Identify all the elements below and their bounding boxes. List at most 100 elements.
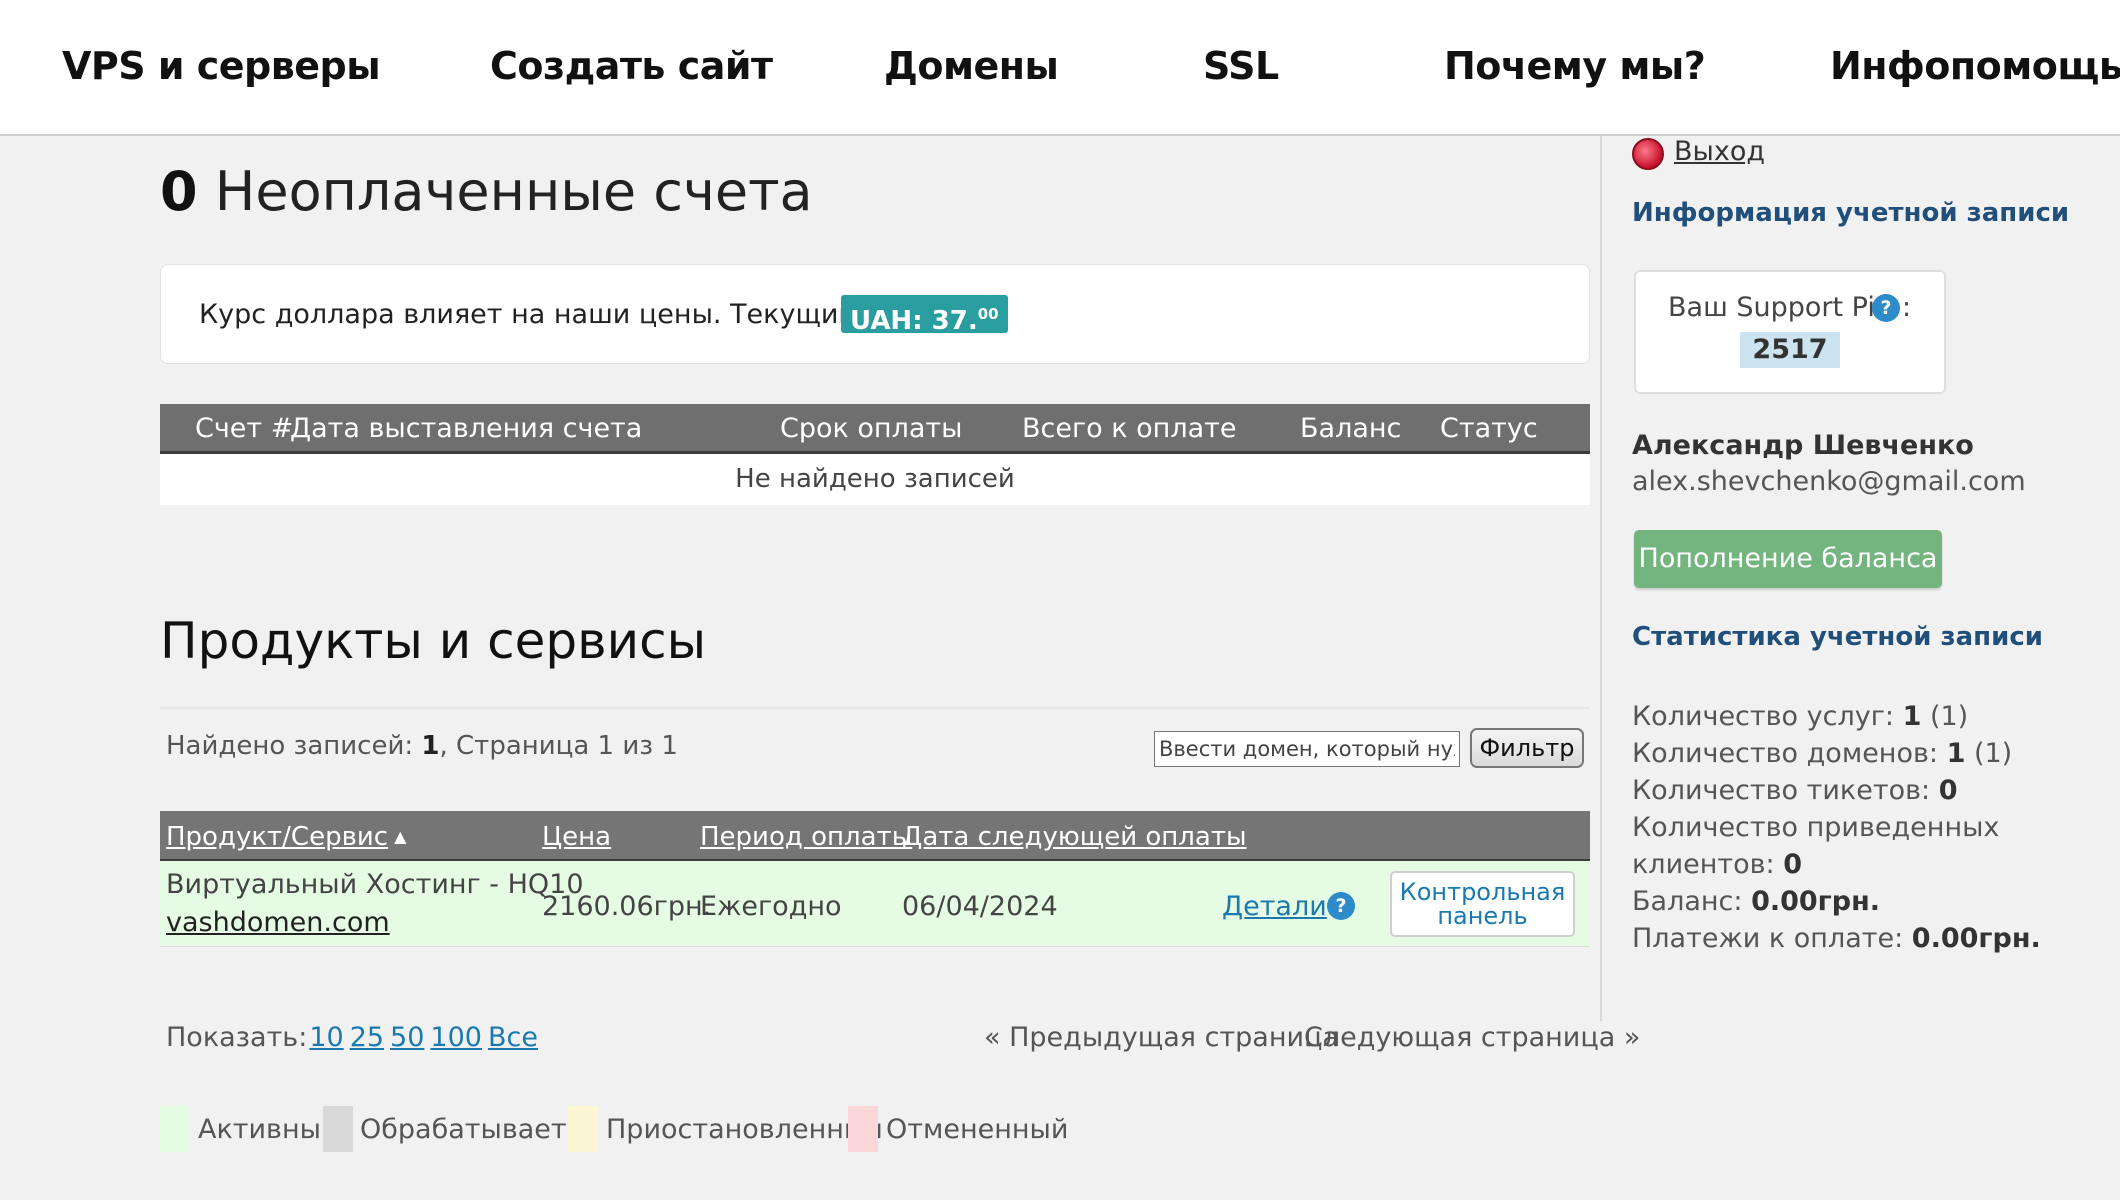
- stat-referrals-value: 0: [1783, 849, 1803, 880]
- nav-info-help[interactable]: Инфопомощь: [1830, 44, 2120, 88]
- products-toolbar: Найдено записей: 1, Страница 1 из 1 Филь…: [160, 707, 1590, 783]
- records-found-text: Найдено записей: 1, Страница 1 из 1: [166, 731, 678, 761]
- main-content: 0 Неоплаченные счета Курс доллара влияет…: [160, 136, 1640, 1200]
- control-panel-label-line1: Контрольная: [1399, 878, 1566, 906]
- products-heading: Продукты и сервисы: [160, 612, 707, 670]
- user-name: Александр Шевченко: [1632, 430, 1974, 461]
- nav-vps-servers[interactable]: VPS и серверы: [62, 44, 381, 88]
- legend-suspended: Приостановленный: [606, 1114, 883, 1145]
- account-stats: Количество услуг: 1 (1) Количество домен…: [1632, 698, 2052, 957]
- support-pin-help-icon[interactable]: ?: [1872, 294, 1900, 322]
- invoices-empty-row: Не найдено записей: [160, 454, 1590, 505]
- table-row: Виртуальный Хостинг - HQ10 vashdomen.com…: [160, 861, 1590, 947]
- unpaid-invoices-heading: 0 Неоплаченные счета: [160, 160, 813, 223]
- exchange-rate-notice: Курс доллара влияет на наши цены. Текущи…: [160, 264, 1590, 364]
- domain-filter-input[interactable]: [1154, 731, 1460, 767]
- legend-swatch-active: [160, 1106, 190, 1152]
- stat-services: Количество услуг: 1 (1): [1632, 698, 2052, 735]
- unpaid-invoices-count: 0: [160, 160, 198, 223]
- stat-services-label: Количество услуг:: [1632, 701, 1903, 732]
- stat-domains-label: Количество доменов:: [1632, 738, 1947, 769]
- stat-services-extra: (1): [1921, 701, 1969, 732]
- support-pin-box: Ваш Support Pin ? : 2517: [1634, 270, 1946, 394]
- nav-ssl[interactable]: SSL: [1203, 44, 1279, 88]
- control-panel-label-line2: панель: [1437, 902, 1528, 930]
- page-size-100[interactable]: 100: [430, 1022, 482, 1053]
- stat-domains-value: 1: [1946, 738, 1966, 769]
- stat-tickets-value: 0: [1938, 775, 1958, 806]
- legend-swatch-cancelled: [848, 1106, 878, 1152]
- stat-tickets: Количество тикетов: 0: [1632, 772, 2052, 809]
- exchange-rate-text: Курс доллара влияет на наши цены. Текущи…: [199, 299, 938, 330]
- nav-domains[interactable]: Домены: [884, 44, 1059, 88]
- unpaid-invoices-title: Неоплаченные счета: [214, 160, 813, 223]
- previous-page-link[interactable]: « Предыдущая страница: [984, 1022, 1339, 1053]
- col-invoice-number: Счет #: [195, 413, 294, 444]
- user-email: alex.shevchenko@gmail.com: [1632, 466, 2026, 497]
- col-next-due-date[interactable]: Дата следующей оплаты: [902, 822, 1247, 852]
- records-found-count: 1: [421, 731, 440, 761]
- exchange-rate-cents: 00: [977, 305, 999, 323]
- stat-balance-value: 0.00грн.: [1751, 886, 1881, 917]
- account-info-title: Информация учетной записи: [1632, 198, 2070, 228]
- stat-domains-extra: (1): [1965, 738, 2013, 769]
- nav-create-site[interactable]: Создать сайт: [490, 44, 773, 88]
- exchange-rate-badge: UAH: 37.00: [841, 295, 1008, 336]
- col-total-due: Всего к оплате: [1022, 413, 1237, 444]
- support-pin-label: Ваш Support Pin: [1668, 292, 1892, 323]
- page-size-25[interactable]: 25: [350, 1022, 384, 1053]
- stat-payments-due: Платежи к оплате: 0.00грн.: [1632, 920, 2052, 957]
- stat-referrals-label: Количество приведенных клиентов:: [1632, 812, 2000, 880]
- help-icon[interactable]: ?: [1327, 892, 1355, 920]
- page-indicator: , Страница 1 из 1: [439, 731, 678, 761]
- col-product-service[interactable]: Продукт/Сервис ▲: [166, 822, 406, 852]
- account-sidebar: Выход Информация учетной записи Ваш Supp…: [1600, 136, 2120, 1021]
- sort-ascending-icon: ▲: [394, 827, 407, 846]
- control-panel-button[interactable]: Контрольная панель: [1390, 871, 1575, 937]
- stat-balance: Баланс: 0.00грн.: [1632, 883, 2052, 920]
- top-up-balance-button[interactable]: Пополнение баланса: [1634, 530, 1942, 588]
- col-due-date: Срок оплаты: [780, 413, 963, 444]
- col-status: Статус: [1440, 413, 1538, 444]
- col-billing-period[interactable]: Период оплаты: [700, 822, 912, 852]
- product-price: 2160.06грн.: [542, 891, 712, 922]
- support-pin-value: 2517: [1740, 332, 1840, 368]
- invoices-table-header: Счет # Дата выставления счета Срок оплат…: [160, 404, 1590, 454]
- logout-link[interactable]: Выход: [1674, 136, 1765, 167]
- legend-swatch-processing: [323, 1106, 353, 1152]
- product-domain-link[interactable]: vashdomen.com: [166, 907, 390, 938]
- legend-cancelled: Отмененный: [886, 1114, 1069, 1145]
- product-next-date: 06/04/2024: [902, 891, 1058, 922]
- stat-tickets-label: Количество тикетов:: [1632, 775, 1939, 806]
- nav-why-us[interactable]: Почему мы?: [1444, 44, 1706, 88]
- details-link[interactable]: Детали: [1222, 891, 1327, 922]
- stat-domains: Количество доменов: 1 (1): [1632, 735, 2052, 772]
- next-page-link[interactable]: Следующая страница »: [1304, 1022, 1640, 1053]
- show-label: Показать:: [166, 1022, 308, 1053]
- col-price[interactable]: Цена: [542, 822, 611, 852]
- product-name: Виртуальный Хостинг - HQ10: [166, 869, 584, 900]
- records-found-label: Найдено записей:: [166, 731, 422, 761]
- filter-button[interactable]: Фильтр: [1470, 728, 1584, 768]
- product-period: Ежегодно: [700, 891, 842, 922]
- support-pin-label-text: Ваш Support Pin: [1668, 292, 1892, 323]
- stat-balance-label: Баланс:: [1632, 886, 1752, 917]
- legend-active: Активный: [198, 1114, 339, 1145]
- account-stats-title: Статистика учетной записи: [1632, 622, 2043, 652]
- exchange-rate-value: UAH: 37.: [850, 306, 978, 336]
- page-size-50[interactable]: 50: [390, 1022, 424, 1053]
- support-pin-colon: :: [1902, 292, 1912, 323]
- logout-icon[interactable]: [1632, 138, 1664, 170]
- col-product-service-label: Продукт/Сервис: [166, 822, 389, 852]
- legend-processing: Обрабатывается: [360, 1114, 598, 1145]
- page-size-10[interactable]: 10: [309, 1022, 343, 1053]
- stat-referrals: Количество приведенных клиентов: 0: [1632, 809, 2052, 883]
- page-size-selector: Показать:10 25 50 100 Все: [166, 1022, 538, 1053]
- col-invoice-date: Дата выставления счета: [290, 413, 643, 444]
- products-table-header: Продукт/Сервис ▲ Цена Период оплаты Дата …: [160, 811, 1590, 861]
- stat-due-value: 0.00грн.: [1911, 923, 2041, 954]
- col-balance: Баланс: [1300, 413, 1402, 444]
- legend-swatch-suspended: [568, 1106, 598, 1152]
- page-size-all[interactable]: Все: [488, 1022, 538, 1053]
- stat-due-label: Платежи к оплате:: [1632, 923, 1912, 954]
